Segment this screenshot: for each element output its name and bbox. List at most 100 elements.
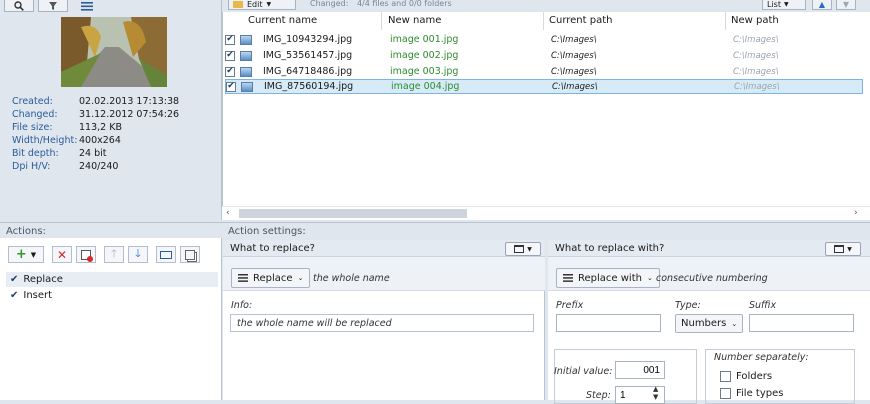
info-dimensions: Width/Height: 400x264: [12, 135, 121, 146]
suffix-input[interactable]: [749, 314, 854, 332]
folders-checkbox[interactable]: [720, 371, 731, 382]
edit-button[interactable]: Edit ▼: [228, 0, 296, 10]
copy-icon: [185, 249, 195, 260]
image-file-icon: [241, 81, 253, 92]
file-row[interactable]: ✔ IMG_64718486.jpg image 003.jpg C:\Imag…: [225, 64, 863, 79]
chevron-down-icon: ▼: [527, 245, 532, 253]
menu-icon: [81, 2, 93, 11]
arrow-up-icon: ▲: [818, 0, 826, 9]
window-icon: [834, 245, 845, 253]
search-icon: [14, 0, 24, 11]
col-new-path[interactable]: New path: [731, 15, 779, 26]
prefix-label: Prefix: [556, 300, 584, 311]
replace-mode-description: the whole name: [313, 273, 390, 284]
menu-button[interactable]: [72, 0, 102, 12]
replace-with-title: What to replace with?: [548, 240, 870, 257]
col-divider[interactable]: [725, 12, 726, 30]
info-file-size: File size: 113,2 KB: [12, 122, 122, 133]
changed-status: Changed: 4/4 files and 0/0 folders: [310, 0, 452, 8]
info-label: Info:: [231, 300, 253, 311]
scroll-right-icon[interactable]: ›: [854, 208, 858, 218]
chevron-down-icon: ▼: [783, 0, 789, 8]
actions-header: Actions:: [0, 222, 222, 238]
horizontal-scrollbar[interactable]: ‹ ›: [222, 206, 870, 220]
step-spinner[interactable]: ▲ ▼: [653, 385, 658, 401]
clear-list-icon: [81, 249, 93, 262]
image-file-icon: [240, 50, 252, 61]
copy-action-button[interactable]: [180, 246, 200, 263]
image-file-icon: [240, 66, 252, 77]
clear-actions-button[interactable]: [76, 246, 96, 263]
action-item-replace[interactable]: ✔ Replace: [6, 272, 218, 287]
replace-mode-dropdown[interactable]: Replace ⌄: [231, 268, 311, 288]
view-dropdown[interactable]: List ▼: [762, 0, 806, 10]
scrollbar-thumb[interactable]: [239, 209, 467, 218]
what-to-replace-title: What to replace?: [223, 240, 545, 257]
col-divider[interactable]: [543, 12, 544, 30]
replace-with-mode-dropdown[interactable]: Replace with ⌄: [556, 268, 660, 288]
add-action-button[interactable]: + ▼: [8, 246, 44, 263]
col-current-name[interactable]: Current name: [248, 15, 317, 26]
action-item-insert[interactable]: ✔ Insert: [6, 288, 218, 303]
initial-value-label: Initial value:: [554, 366, 613, 377]
checkmark-icon: ✔: [10, 274, 19, 285]
row-checkbox[interactable]: ✔: [225, 34, 235, 45]
file-list: Current name New name Current path New p…: [222, 12, 870, 220]
prefix-input[interactable]: [556, 314, 661, 332]
delete-icon: ✕: [56, 247, 68, 262]
info-bit-depth: Bit depth: 24 bit: [12, 148, 107, 159]
file-row[interactable]: ✔ IMG_53561457.jpg image 002.jpg C:\Imag…: [225, 48, 863, 63]
col-divider[interactable]: [381, 12, 382, 30]
window-icon: [514, 245, 525, 253]
list-icon: [563, 274, 573, 282]
row-checkbox[interactable]: ✔: [225, 66, 235, 77]
col-current-path[interactable]: Current path: [549, 15, 612, 26]
arrow-up-icon: 🡑: [111, 247, 117, 260]
image-file-icon: [240, 34, 252, 45]
initial-value-input[interactable]: [615, 361, 665, 379]
filter-icon: [49, 1, 57, 10]
type-dropdown[interactable]: Numbers ⌄: [675, 314, 744, 333]
delete-action-button[interactable]: ✕: [52, 246, 72, 263]
chevron-down-icon: ▼: [847, 245, 852, 253]
row-checkbox[interactable]: ✔: [226, 81, 236, 92]
type-label: Type:: [675, 300, 701, 311]
number-separately-label: Number separately:: [714, 352, 809, 363]
panel-options-button[interactable]: ▼: [825, 242, 861, 256]
filetypes-checkbox[interactable]: [720, 388, 731, 399]
action-up-button[interactable]: 🡑: [104, 246, 124, 263]
move-down-button[interactable]: ▼: [836, 0, 856, 10]
row-checkbox[interactable]: ✔: [225, 50, 235, 61]
col-new-name[interactable]: New name: [388, 15, 441, 26]
list-toolbar: Edit ▼ Changed: 4/4 files and 0/0 folder…: [222, 0, 870, 12]
checkmark-icon: ✔: [10, 290, 19, 301]
filetypes-option[interactable]: File types: [720, 388, 783, 399]
text-field-icon: [160, 250, 172, 259]
preview-toolbar: [4, 0, 114, 13]
chevron-down-icon: ▼: [30, 250, 37, 259]
plus-icon: +: [15, 246, 27, 262]
move-up-button[interactable]: ▲: [812, 0, 832, 10]
replace-with-mode-description: consecutive numbering: [656, 273, 768, 284]
scroll-left-icon[interactable]: ‹: [226, 208, 230, 218]
image-preview: [61, 17, 167, 87]
file-row-selected[interactable]: ✔ IMG_87560194.jpg image 004.jpg C:\Imag…: [225, 79, 863, 94]
action-down-button[interactable]: 🡓: [128, 246, 148, 263]
folders-option[interactable]: Folders: [720, 371, 772, 382]
filter-button[interactable]: [38, 0, 68, 12]
arrow-down-icon: 🡓: [135, 247, 141, 260]
actions-toolbar: + ▼ ✕ 🡑 🡓: [8, 246, 200, 263]
info-dpi: Dpi H/V: 240/240: [12, 161, 119, 172]
search-button[interactable]: [4, 0, 34, 12]
arrow-down-icon: ▼: [842, 0, 850, 9]
info-changed: Changed: 31.12.2012 07:54:26: [12, 109, 180, 120]
panel-options-button[interactable]: ▼: [505, 242, 541, 256]
action-rename-button[interactable]: [156, 246, 176, 263]
folder-icon: [233, 1, 243, 8]
preview-panel: Created: 02.02.2013 17:13:38 Changed: 31.1…: [0, 0, 222, 220]
chevron-down-icon: ▼: [266, 1, 272, 8]
chevron-down-icon: ⌄: [646, 274, 653, 282]
suffix-label: Suffix: [749, 300, 777, 311]
file-row[interactable]: ✔ IMG_10943294.jpg image 001.jpg C:\Imag…: [225, 32, 863, 47]
action-settings-header: Action settings:: [222, 222, 870, 238]
